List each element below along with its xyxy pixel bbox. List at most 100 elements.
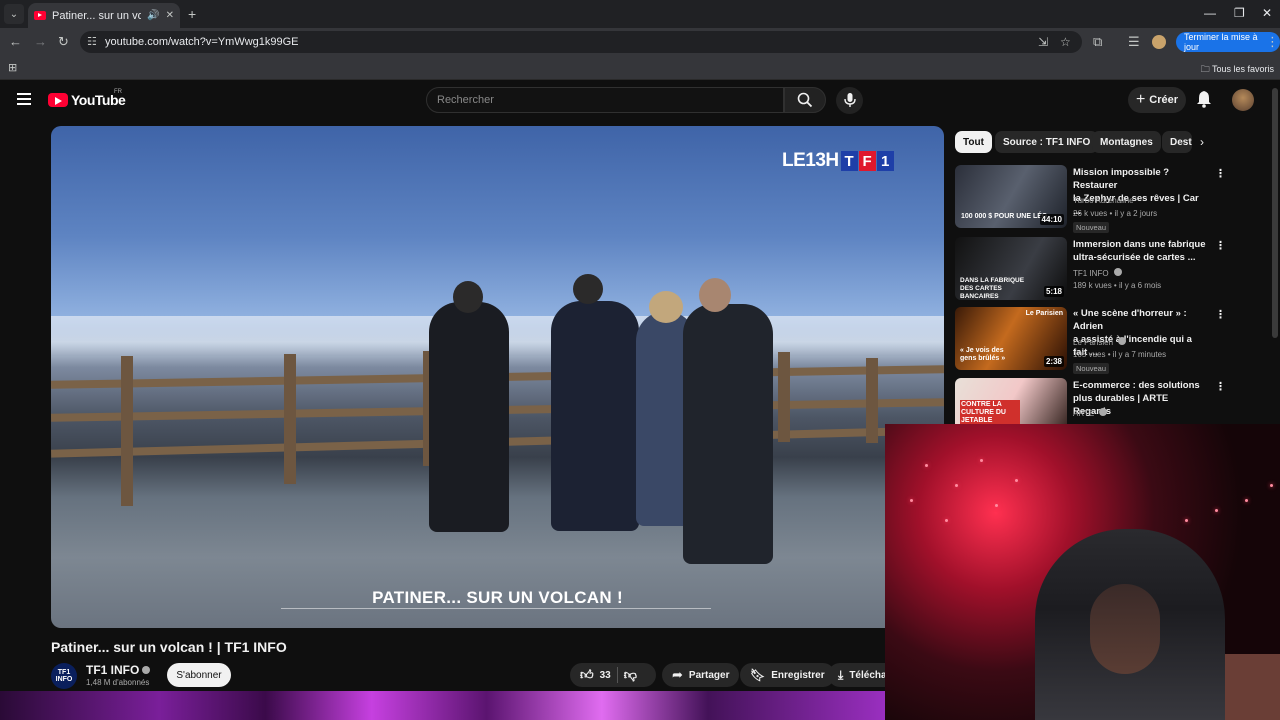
string-light: [910, 499, 913, 502]
rec-channel-name: TF1 INFO: [1073, 269, 1109, 278]
kebab-icon[interactable]: ⋮: [1215, 380, 1226, 393]
search-button[interactable]: [784, 87, 826, 113]
rec-thumbnail[interactable]: Le Parisien « Je vois des gens brûlés » …: [955, 307, 1067, 370]
string-light: [1215, 509, 1218, 512]
chip-source[interactable]: Source : TF1 INFO: [995, 131, 1099, 153]
comments-area-overlay: [0, 691, 885, 720]
rec-channel[interactable]: TF1 INFO: [1073, 268, 1122, 278]
channel-avatar[interactable]: TF1 INFO: [51, 663, 77, 689]
plus-icon: +: [1135, 91, 1146, 108]
omnibox[interactable]: ☷ youtube.com/watch?v=YmWwg1k99GE ⇲ ☆: [80, 31, 1082, 53]
install-icon[interactable]: ⇲: [1038, 35, 1048, 49]
forward-icon[interactable]: →: [34, 34, 47, 49]
video-caption: PATINER... SUR UN VOLCAN !: [372, 588, 623, 607]
url-text[interactable]: youtube.com/watch?v=YmWwg1k99GE: [105, 36, 299, 48]
create-button[interactable]: + Créer: [1128, 87, 1186, 113]
address-toolbar: ← → ↻ ☷ youtube.com/watch?v=YmWwg1k99GE …: [0, 28, 1280, 56]
tab-title: Patiner... sur un volcan ! | TF1 INFO - …: [52, 9, 142, 22]
video-player[interactable]: LE13H T F 1 PATINER... SUR UN VOLCAN !: [51, 126, 944, 628]
region-code: FR: [114, 89, 122, 95]
rec-channel[interactable]: ARTE: [1073, 408, 1108, 418]
mic-button[interactable]: [836, 87, 863, 114]
profile-avatar[interactable]: [1152, 35, 1166, 49]
rec-thumbnail[interactable]: DANS LA FABRIQUE DES CARTES BANCAIRES 5:…: [955, 237, 1067, 300]
string-light: [955, 484, 958, 487]
rec-channel-name: ARTE: [1073, 409, 1095, 418]
download-button[interactable]: ⤓ Téléchar: [828, 663, 885, 687]
like-icon[interactable]: 👍︎: [580, 667, 594, 683]
rec-title-line: Immersion dans une fabrique: [1073, 239, 1206, 250]
share-button[interactable]: ➦ Partager: [662, 663, 740, 687]
kebab-icon[interactable]: ⋮: [1215, 308, 1226, 321]
site-info-icon[interactable]: ☷: [87, 35, 97, 48]
dislike-icon[interactable]: 👎︎: [624, 667, 637, 683]
chip-label: Source : TF1 INFO: [1003, 136, 1091, 148]
walker-2-head: [573, 274, 603, 304]
rec-thumbnail[interactable]: CONTRE LA CULTURE DU JETABLE: [955, 378, 1067, 424]
string-light: [1270, 484, 1273, 487]
apps-icon[interactable]: ⊞: [8, 61, 17, 74]
chip-tout[interactable]: Tout: [955, 131, 992, 153]
string-light: [1185, 519, 1188, 522]
chip-montagnes[interactable]: Montagnes: [1092, 131, 1161, 153]
new-tab-button[interactable]: +: [188, 6, 196, 22]
audio-icon[interactable]: 🔊: [147, 10, 159, 21]
reload-icon[interactable]: ↻: [58, 34, 69, 50]
page-scrollbar[interactable]: [1272, 88, 1278, 338]
search-input[interactable]: Rechercher: [426, 87, 784, 113]
walker-4-head: [699, 278, 731, 312]
fence-post: [866, 358, 878, 443]
menu-icon[interactable]: ⋮: [1266, 34, 1279, 50]
like-separator: [616, 667, 618, 683]
close-icon[interactable]: ✕: [166, 10, 174, 21]
save-button[interactable]: 🔖︎ Enregistrer: [740, 663, 835, 687]
kebab-icon[interactable]: ⋮: [1215, 167, 1226, 180]
chevron-right-icon[interactable]: ›: [1200, 135, 1204, 149]
video-title: Patiner... sur un volcan ! | TF1 INFO: [51, 639, 287, 655]
guide-menu-icon[interactable]: [17, 93, 31, 105]
duration-badge: 44:10: [1039, 214, 1064, 225]
channel-avatar-text: TF1 INFO: [55, 669, 73, 683]
rec-thumb-text: CONTRE LA CULTURE DU JETABLE: [960, 400, 1020, 424]
channel-name[interactable]: TF1 INFO: [86, 663, 151, 677]
search-placeholder: Rechercher: [437, 94, 494, 106]
bell-icon[interactable]: [1196, 90, 1212, 108]
subscribe-button[interactable]: S'abonner: [167, 663, 231, 687]
youtube-play-icon: [48, 93, 68, 107]
le-parisien-logo: Le Parisien: [1025, 310, 1063, 317]
fence-post: [121, 356, 133, 506]
chip-dest[interactable]: Dest: [1162, 131, 1192, 153]
avatar[interactable]: [1232, 89, 1254, 111]
back-icon[interactable]: ←: [9, 34, 22, 49]
webcam-overlay: [885, 424, 1280, 720]
walker-3-head: [649, 291, 683, 323]
string-light: [945, 519, 948, 522]
chip-label: Montagnes: [1100, 136, 1153, 148]
string-light: [995, 504, 998, 507]
rec-thumbnail[interactable]: 100 000 $ POUR UNE LÉG 44:10: [955, 165, 1067, 228]
webcam-face: [1090, 584, 1160, 674]
minimize-icon[interactable]: —: [1204, 6, 1216, 20]
like-dislike-group: 👍︎ 33 👎︎: [570, 663, 656, 687]
kebab-icon[interactable]: ⋮: [1215, 239, 1226, 252]
update-button-label: Terminer la mise à jour: [1184, 32, 1258, 52]
rec-meta: 26 k vues • il y a 2 jours: [1073, 209, 1158, 218]
all-bookmarks[interactable]: 🗀 Tous les favoris: [1201, 62, 1274, 78]
maximize-icon[interactable]: ❐: [1234, 6, 1245, 20]
reading-list-icon[interactable]: ☰: [1128, 34, 1140, 50]
rec-title[interactable]: Immersion dans une fabrique ultra-sécuris…: [1073, 238, 1208, 264]
walker-2: [551, 301, 639, 531]
rec-channel[interactable]: Turbo Adrénaline: [1073, 196, 1134, 205]
fence-post: [284, 354, 296, 484]
browser-tab[interactable]: Patiner... sur un volcan ! | TF1 INFO - …: [28, 3, 180, 28]
window-close-icon[interactable]: ✕: [1262, 6, 1272, 20]
rec-thumb-text: 100 000 $ POUR UNE LÉG: [961, 213, 1048, 220]
update-button[interactable]: Terminer la mise à jour: [1176, 32, 1280, 52]
rec-channel[interactable]: Le Parisien: [1073, 337, 1127, 347]
share-label: Partager: [688, 669, 730, 681]
star-icon[interactable]: ☆: [1060, 35, 1071, 49]
extensions-icon[interactable]: ⧉: [1093, 34, 1102, 50]
like-count[interactable]: 33: [600, 670, 611, 681]
string-light: [925, 464, 928, 467]
tab-search-icon[interactable]: ⌄: [4, 4, 24, 24]
